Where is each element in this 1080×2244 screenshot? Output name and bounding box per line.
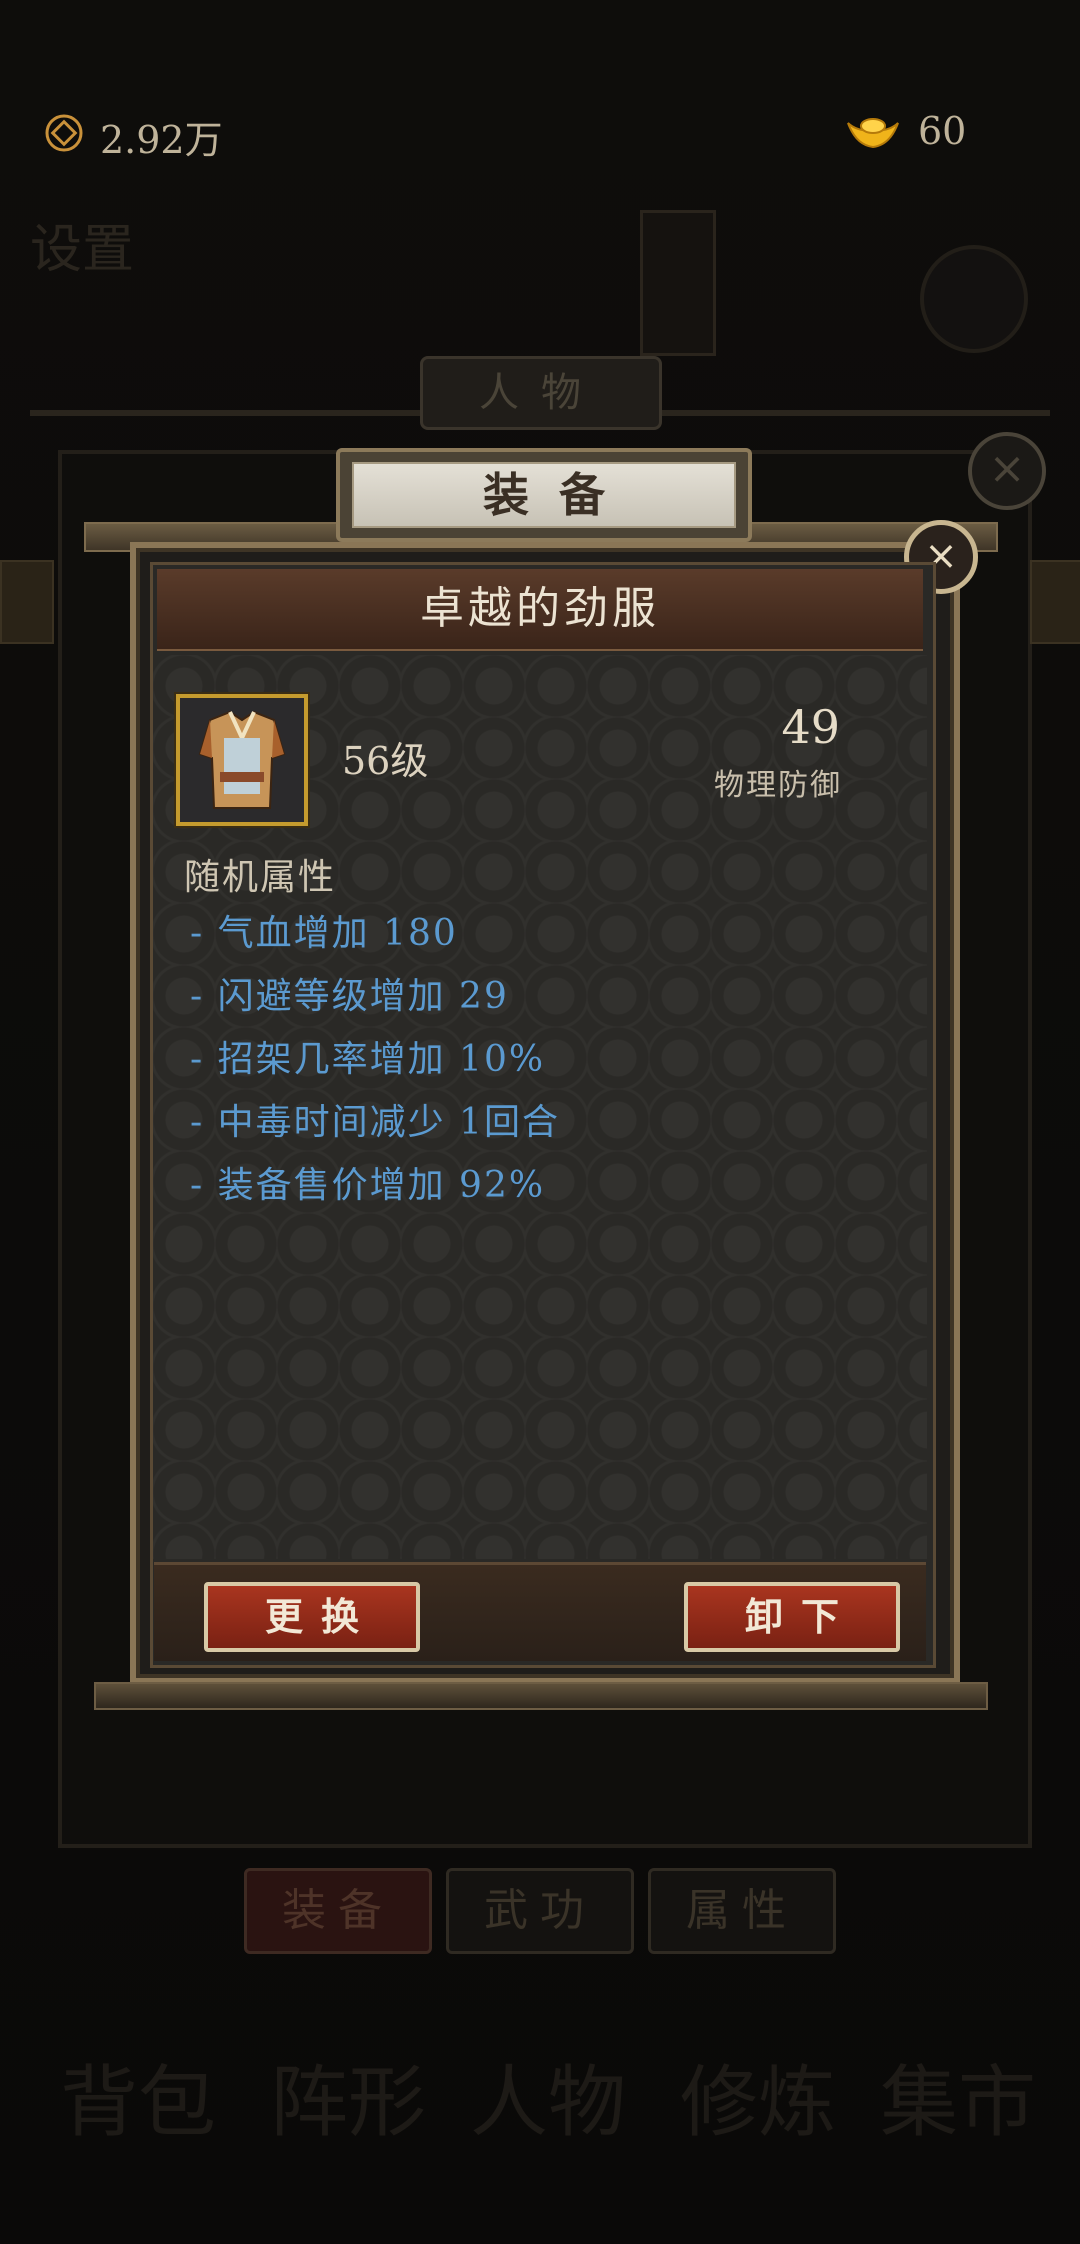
round-emblem-button[interactable] <box>920 245 1028 353</box>
tab-attributes[interactable]: 属性 <box>648 1868 836 1954</box>
replace-button[interactable]: 更换 <box>204 1582 420 1652</box>
item-name-banner: 卓越的劲服 <box>157 569 923 651</box>
coin-value: 2.92万 <box>100 118 223 162</box>
panel-close-icon[interactable]: × <box>968 432 1046 510</box>
portrait-frame <box>640 210 716 356</box>
defense-value: 49 <box>781 700 840 754</box>
people-tab-header: 人物 <box>420 356 662 430</box>
unequip-button[interactable]: 卸下 <box>684 1582 900 1652</box>
settings-button[interactable]: 设置 <box>30 220 150 280</box>
dialog-title-plate: 装备 <box>352 462 736 528</box>
tab-equipment[interactable]: 装备 <box>244 1868 432 1954</box>
copper-coin-icon <box>45 114 83 152</box>
robe-icon <box>176 694 308 826</box>
lantern-left <box>0 560 54 644</box>
people-tab-label: 人物 <box>479 370 603 416</box>
attribute-item: - 闪避等级增加 29 <box>190 976 509 1017</box>
attribute-item: - 中毒时间减少 1回合 <box>190 1102 560 1143</box>
lantern-right <box>1030 560 1080 644</box>
item-name: 卓越的劲服 <box>420 583 660 634</box>
character-tabs: 装备 武功 属性 <box>244 1868 836 1954</box>
tab-martial-arts[interactable]: 武功 <box>446 1868 634 1954</box>
attribute-list: - 气血增加 180 - 闪避等级增加 29 - 招架几率增加 10% - 中毒… <box>190 904 790 1219</box>
ingot-value: 60 <box>918 109 967 153</box>
nav-formation[interactable]: 阵形 <box>270 2040 426 2152</box>
attribute-item: - 气血增加 180 <box>190 913 458 954</box>
currency-bar: 2.92万 60 <box>0 95 1080 175</box>
dialog-title-tab: 装备 <box>336 448 752 542</box>
tab-attributes-label: 属性 <box>686 1885 798 1936</box>
random-attributes-title: 随机属性 <box>184 857 337 898</box>
nav-bag[interactable]: 背包 <box>60 2040 216 2152</box>
dialog-bottom-beam <box>94 1682 988 1710</box>
item-level: 56级 <box>342 739 429 783</box>
bottom-nav: 背包 阵形 人物 修炼 集市 <box>0 2020 1080 2200</box>
tab-martial-arts-label: 武功 <box>484 1885 596 1936</box>
robe-icon-graphic <box>180 698 304 822</box>
nav-training[interactable]: 修炼 <box>680 2040 836 2152</box>
nav-character[interactable]: 人物 <box>470 2040 626 2152</box>
attribute-item: - 招架几率增加 10% <box>190 1039 546 1080</box>
attribute-item: - 装备售价增加 92% <box>190 1165 546 1206</box>
dialog-title: 装备 <box>483 468 635 522</box>
nav-market[interactable]: 集市 <box>880 2040 1036 2152</box>
tab-equipment-label: 装备 <box>282 1885 394 1936</box>
defense-label: 物理防御 <box>714 768 842 803</box>
gold-ingot-icon <box>847 118 899 149</box>
